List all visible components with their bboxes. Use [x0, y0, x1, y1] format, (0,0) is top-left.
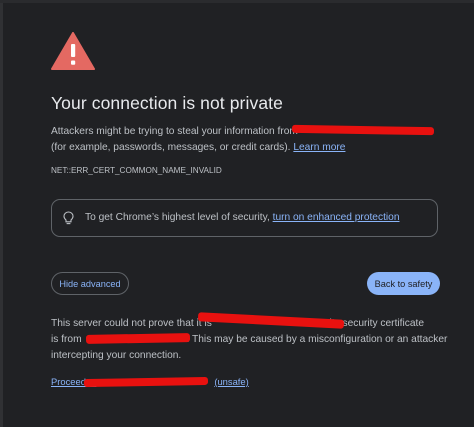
intro-text-1: Attackers might be trying to steal your …: [51, 126, 298, 137]
intro-text-2: (for example, passwords, messages, or cr…: [51, 142, 291, 153]
redaction-mark: [85, 333, 191, 344]
intro-line-2: (for example, passwords, messages, or cr…: [51, 140, 345, 156]
callout-text: To get Chrome’s highest level of securit…: [85, 212, 270, 223]
error-code: NET::ERR_CERT_COMMON_NAME_INVALID: [51, 166, 222, 175]
advanced-text-2a: is from: [51, 334, 82, 345]
page-title: Your connection is not private: [51, 93, 283, 113]
window-edge: [0, 0, 3, 427]
advanced-line-3: intercepting your connection.: [51, 348, 447, 364]
window-edge-top: [0, 0, 474, 3]
advanced-text-1a: This server could not prove that it is: [51, 318, 212, 329]
callout-line: To get Chrome’s highest level of securit…: [85, 212, 400, 223]
proceed-suffix[interactable]: (unsafe): [214, 376, 248, 387]
advanced-text-3: intercepting your connection.: [51, 350, 182, 361]
enhanced-protection-callout: To get Chrome’s highest level of securit…: [51, 199, 438, 237]
warning-triangle-icon: [51, 32, 95, 70]
advanced-text-2b: . This may be caused by a misconfigurati…: [186, 334, 448, 345]
back-to-safety-button[interactable]: Back to safety: [367, 272, 440, 295]
learn-more-link[interactable]: Learn more: [293, 142, 345, 153]
lightbulb-icon: [63, 211, 74, 225]
hide-advanced-button[interactable]: Hide advanced: [51, 272, 129, 295]
enhanced-protection-link[interactable]: turn on enhanced protection: [273, 212, 400, 223]
